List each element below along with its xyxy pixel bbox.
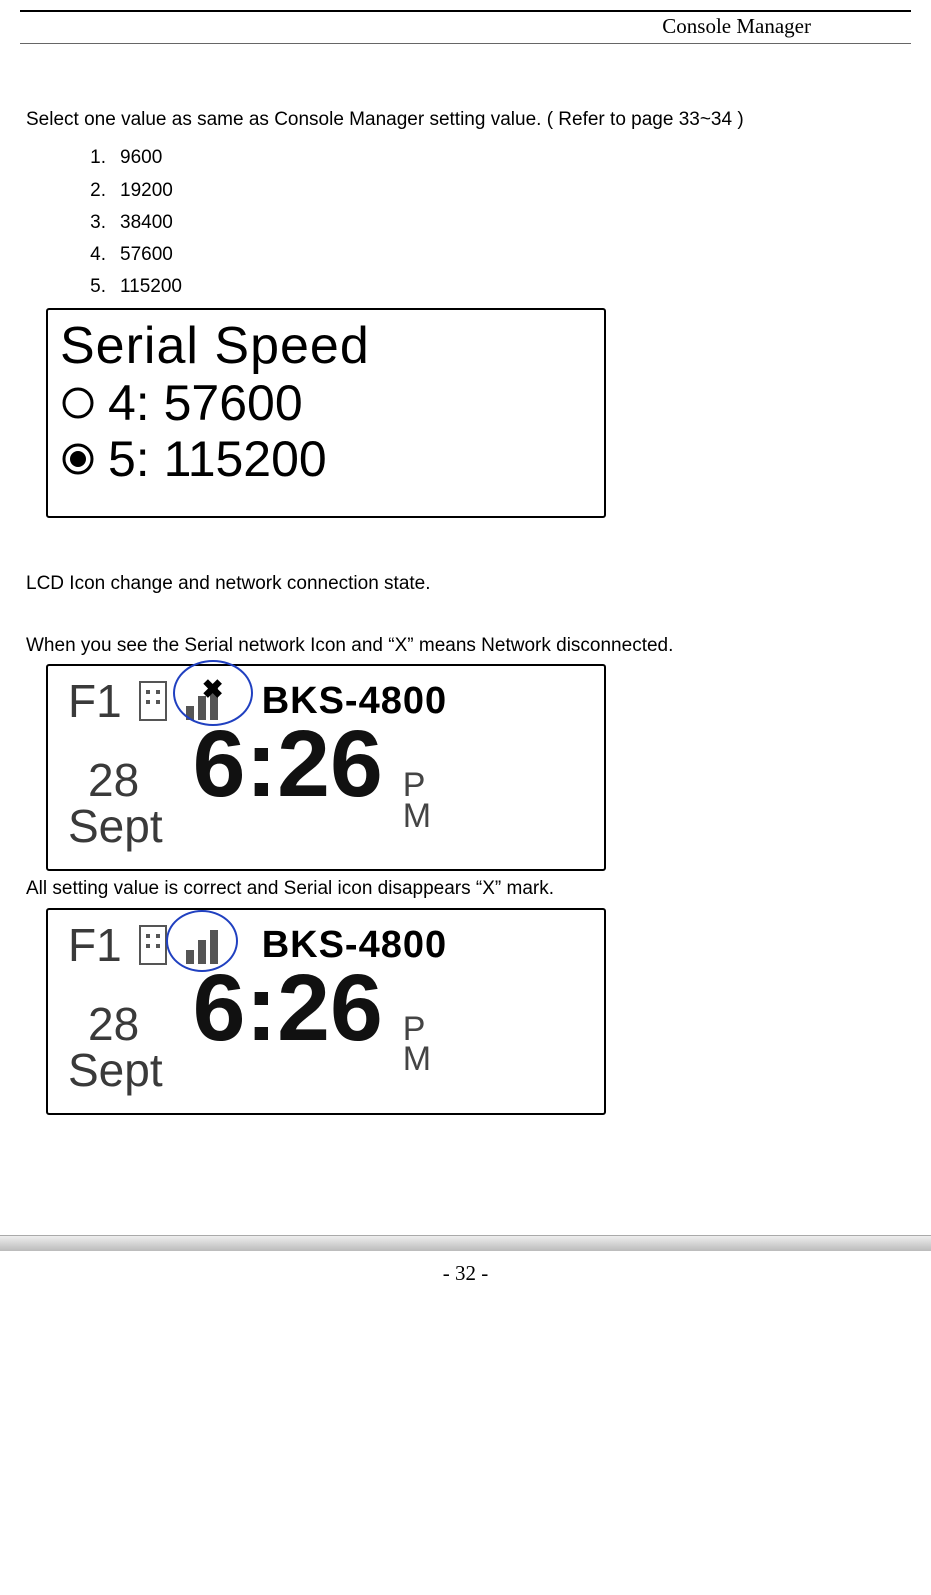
lcd-disconnected-text: When you see the Serial network Icon and… bbox=[20, 630, 911, 662]
list-item: 5.115200 bbox=[80, 271, 911, 303]
date-column: 28 Sept bbox=[68, 1001, 163, 1093]
serial-icon bbox=[136, 924, 170, 966]
radio-selected-icon bbox=[60, 441, 96, 477]
lcd-disconnected-figure: F1 ✖ BKS-4800 28 Sept 6:26 P M bbox=[46, 664, 606, 871]
lcd-connected-figure: F1 BKS-4800 28 Sept 6:26 P M bbox=[46, 908, 606, 1115]
time-label: 6:26 bbox=[193, 954, 383, 1063]
header-rule-top bbox=[20, 10, 911, 12]
date-month: Sept bbox=[68, 803, 163, 849]
lcd-ok-text: All setting value is correct and Serial … bbox=[20, 873, 911, 905]
date-day: 28 bbox=[88, 1001, 163, 1047]
time-label: 6:26 bbox=[193, 710, 383, 819]
serial-speed-box: Serial Speed 4: 57600 5: 115200 bbox=[46, 308, 606, 518]
signal-bars-icon bbox=[184, 924, 226, 966]
list-item: 4.57600 bbox=[80, 239, 911, 271]
pm-m: M bbox=[403, 801, 431, 832]
page-footer: - 32 - bbox=[0, 1235, 931, 1316]
list-item: 3.38400 bbox=[80, 207, 911, 239]
header-rule-bottom bbox=[20, 43, 911, 44]
speed-list: 1.9600 2.19200 3.38400 4.57600 5.115200 bbox=[20, 142, 911, 303]
pm-column: P M bbox=[403, 770, 431, 831]
radio-label: 5: 115200 bbox=[108, 430, 327, 488]
lcd-icon-text: LCD Icon change and network connection s… bbox=[20, 568, 911, 600]
x-mark-icon: ✖ bbox=[202, 674, 224, 705]
list-item: 1.9600 bbox=[80, 142, 911, 174]
page-number: - 32 - bbox=[0, 1251, 931, 1316]
pm-m: M bbox=[403, 1044, 431, 1075]
f1-label: F1 bbox=[68, 918, 122, 972]
radio-label: 4: 57600 bbox=[108, 374, 303, 432]
header-title: Console Manager bbox=[20, 14, 911, 43]
date-column: 28 Sept bbox=[68, 757, 163, 849]
f1-label: F1 bbox=[68, 674, 122, 728]
pm-column: P M bbox=[403, 1014, 431, 1075]
list-item: 2.19200 bbox=[80, 175, 911, 207]
serial-speed-title: Serial Speed bbox=[60, 316, 592, 376]
date-month: Sept bbox=[68, 1047, 163, 1093]
radio-unselected-icon bbox=[60, 385, 96, 421]
intro-text: Select one value as same as Console Mana… bbox=[20, 104, 911, 136]
date-day: 28 bbox=[88, 757, 163, 803]
radio-row-115200[interactable]: 5: 115200 bbox=[60, 430, 592, 488]
serial-icon bbox=[136, 680, 170, 722]
signal-bars-icon: ✖ bbox=[184, 680, 226, 722]
radio-row-57600[interactable]: 4: 57600 bbox=[60, 374, 592, 432]
footer-bar bbox=[0, 1235, 931, 1251]
